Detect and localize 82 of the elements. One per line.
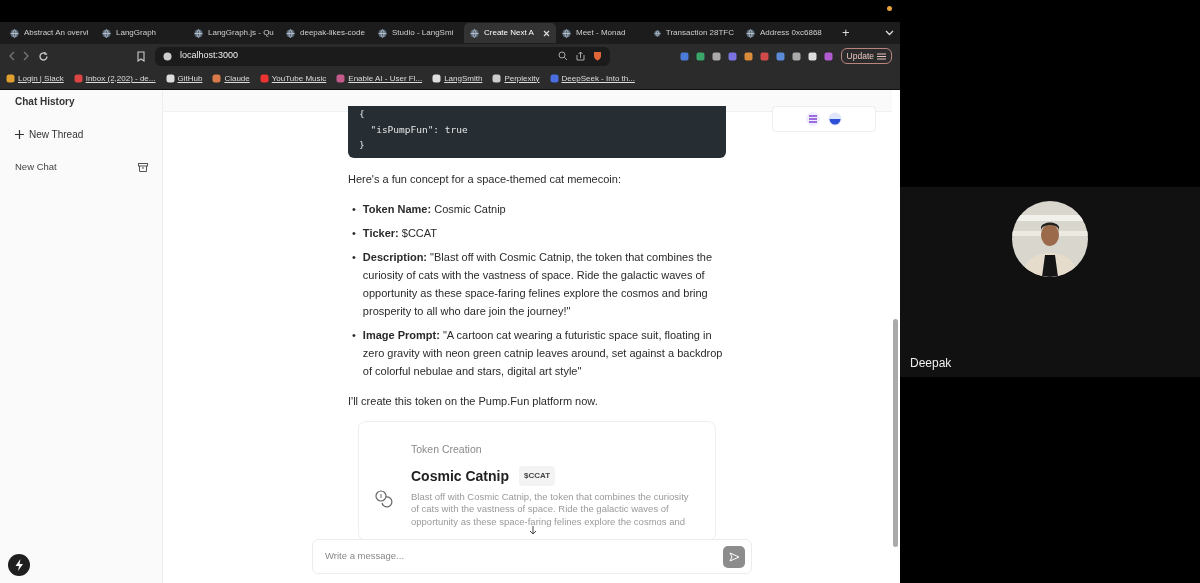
bookmark-link[interactable]: Inbox (2,202) - de... xyxy=(73,72,156,85)
browser-tab[interactable]: Meet - Monad xyxy=(556,23,648,43)
share-icon[interactable] xyxy=(576,51,585,61)
bookmark-link[interactable]: Perplexity xyxy=(492,72,540,85)
list-item: Ticker: $CCAT xyxy=(362,225,438,241)
update-button[interactable]: Update xyxy=(840,47,892,65)
bullet: • xyxy=(352,201,356,217)
participant-name: Deepak xyxy=(910,355,952,372)
archive-icon[interactable] xyxy=(138,162,148,172)
bolt-icon[interactable] xyxy=(8,554,30,576)
coins-icon xyxy=(373,487,395,510)
stacked-bars-icon[interactable] xyxy=(806,112,820,126)
bookmark-link[interactable]: Enable AI - User Fl... xyxy=(336,72,423,85)
bookmark-link[interactable]: YouTube Music xyxy=(259,72,327,85)
bookmark-link[interactable]: Login | Slack xyxy=(6,72,64,85)
shield-icon[interactable] xyxy=(593,51,602,61)
send-icon xyxy=(728,551,740,562)
browser-tab[interactable]: Abstract An overvi xyxy=(4,23,96,43)
bookmark-link[interactable]: Claude xyxy=(212,72,250,85)
list-item: Description: "Blast off with Cosmic Catnip, the token that combines the curiosity of cats with the vastness of space. Ride the galactic waves of opportunity as these space-faring felines explore the cosmos and bring prosperity to all who dare join the journey!" xyxy=(362,249,713,319)
ticker-badge: $CCAT xyxy=(519,465,556,486)
back-icon[interactable] xyxy=(8,51,15,61)
zoom-icon[interactable] xyxy=(558,51,568,61)
browser-tab[interactable]: Studio - LangSmi xyxy=(372,23,464,43)
browser-tab[interactable]: LangGraph.js - Qu xyxy=(188,23,280,43)
list-item: Token Name: Cosmic Catnip xyxy=(362,201,506,217)
chat-history-item[interactable]: New Chat xyxy=(15,160,57,175)
bookmark-link[interactable]: LangSmith xyxy=(432,72,483,85)
address-bar[interactable]: localhost:3000 xyxy=(155,46,610,66)
browser-tab[interactable]: deepak-likes-code xyxy=(280,23,372,43)
bullet: • xyxy=(352,249,356,265)
bookmark-site-icon xyxy=(432,74,442,83)
browser-tab[interactable]: LangGraph xyxy=(96,23,188,43)
bookmark-site-icon xyxy=(492,74,502,83)
bookmark-site-icon xyxy=(336,74,346,83)
bullet: • xyxy=(352,327,356,343)
chevron-down-icon[interactable] xyxy=(885,30,894,36)
new-tab-button[interactable]: + xyxy=(832,23,860,43)
token-description: Blast off with Cosmic Catnip, the token that combines the curiosity of cats with the vastness of space. Ride the galactic waves of opportunity as these space-faring felines explore the cosmos and xyxy=(411,490,690,528)
new-thread-button[interactable]: New Thread xyxy=(15,127,84,142)
globe-icon xyxy=(378,28,387,38)
menu-icon xyxy=(877,52,886,60)
bookmark-site-icon xyxy=(259,74,269,83)
reload-icon[interactable] xyxy=(38,50,49,62)
close-icon[interactable] xyxy=(543,29,550,37)
arrow-down-icon[interactable] xyxy=(529,526,537,535)
globe-icon xyxy=(102,28,111,38)
sidebar-title: Chat History xyxy=(15,96,76,108)
globe-icon xyxy=(746,28,755,38)
bookmark-icon[interactable] xyxy=(137,50,145,62)
forward-icon[interactable] xyxy=(23,51,30,61)
card-heading: Token Creation xyxy=(411,441,483,457)
bookmark-site-icon xyxy=(549,74,559,83)
message-text: Here's a fun concept for a space-themed cat memecoin: xyxy=(348,171,622,187)
plus-icon xyxy=(15,130,24,139)
list-item: Image Prompt: "A cartoon cat wearing a futuristic space suit, floating in zero gravity with neon green catnip leaves around, set against a backdrop of colorful nebulae and stars, digital art style" xyxy=(362,327,724,379)
send-button[interactable] xyxy=(723,545,745,568)
bookmark-link[interactable]: GitHub xyxy=(165,72,203,85)
globe-icon xyxy=(470,28,479,38)
code-block: { "isPumpFun": true } xyxy=(348,106,726,158)
message-field[interactable]: Write a message... xyxy=(323,548,723,565)
site-info-icon[interactable] xyxy=(163,51,172,61)
token-name: Cosmic Catnip xyxy=(411,466,509,485)
half-circle-icon[interactable] xyxy=(828,112,842,126)
globe-icon xyxy=(194,28,203,38)
globe-icon xyxy=(654,28,661,38)
browser-tab[interactable]: Transaction 28TFC xyxy=(648,23,740,43)
bookmark-link[interactable]: DeepSeek - Into th... xyxy=(549,72,635,85)
browser-tab[interactable]: Address 0xc6868 xyxy=(740,23,832,43)
composer-bar[interactable]: Write a message... xyxy=(312,539,752,574)
bookmark-site-icon xyxy=(6,74,15,83)
bookmark-site-icon xyxy=(212,74,222,83)
globe-icon xyxy=(286,28,295,38)
message-text: I'll create this token on the Pump.Fun platform now. xyxy=(348,393,599,409)
globe-icon xyxy=(562,28,571,38)
bookmark-site-icon xyxy=(165,74,175,83)
status-dot xyxy=(887,6,892,11)
scrollbar-thumb[interactable] xyxy=(893,319,898,547)
bookmark-site-icon xyxy=(73,74,83,83)
bullet: • xyxy=(352,225,356,241)
browser-tab[interactable]: Create Next A xyxy=(464,23,556,43)
globe-icon xyxy=(10,28,19,38)
